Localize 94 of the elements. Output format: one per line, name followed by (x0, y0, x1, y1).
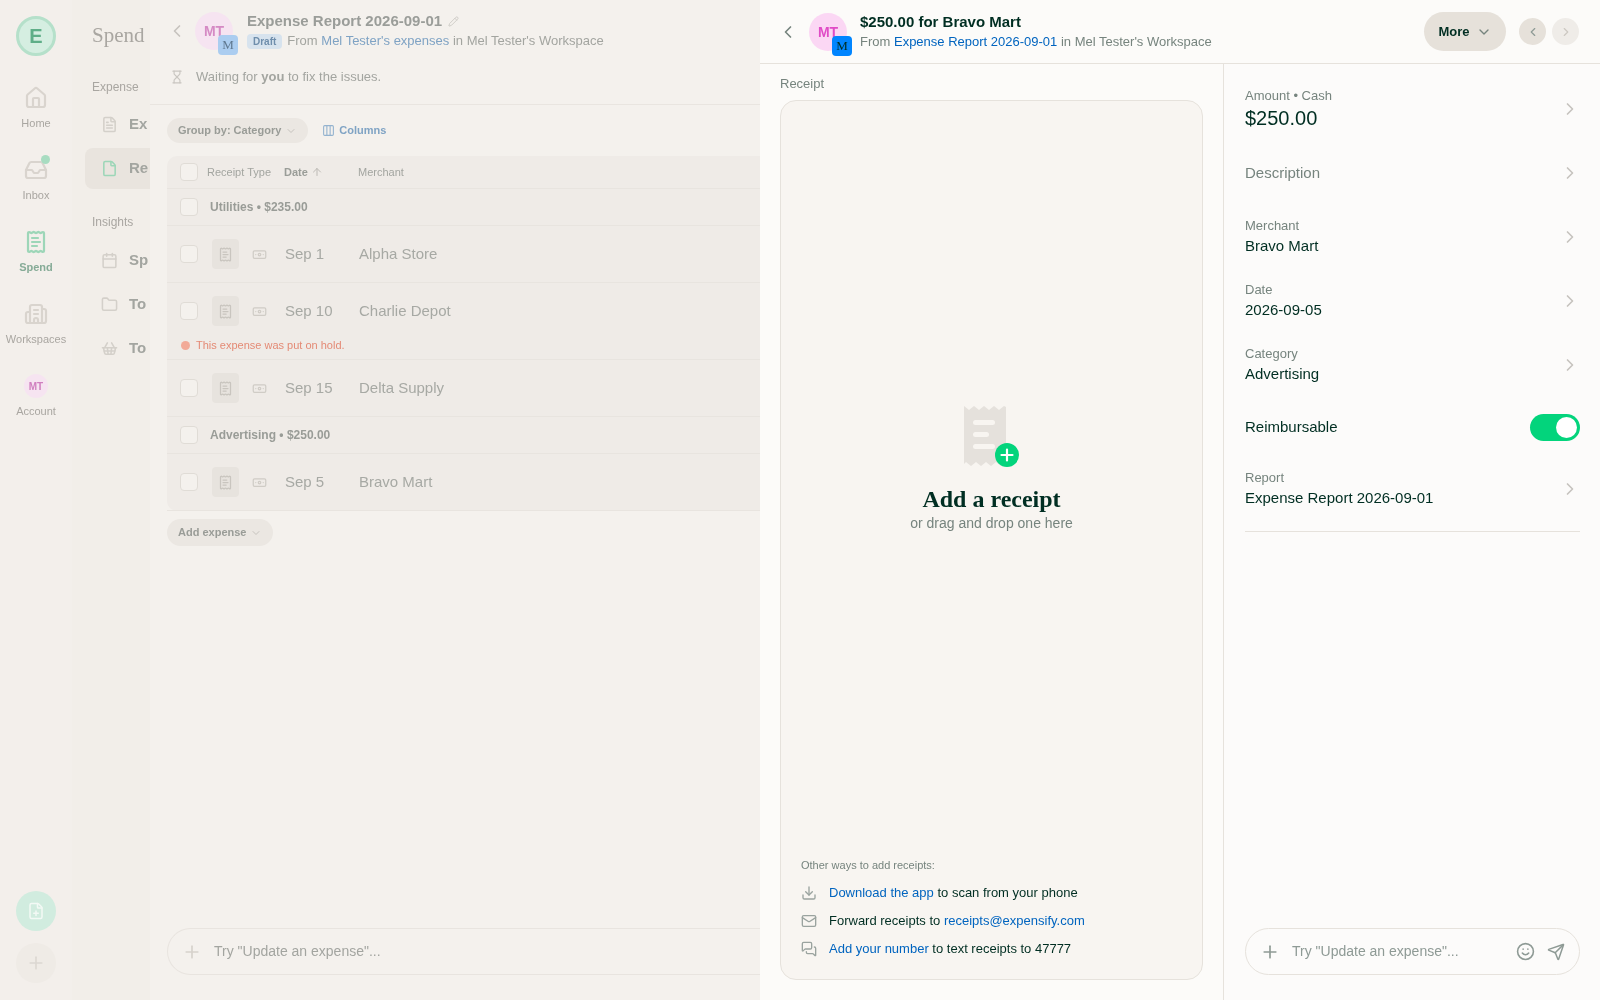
section-heading: Insights (92, 214, 134, 231)
status-badge: Draft (247, 33, 283, 49)
field-value: Expense Report 2026-09-01 (1245, 488, 1434, 508)
merchant-cell-text: Delta Supply (359, 377, 445, 398)
message-input[interactable]: Try "Update an expense"... (214, 941, 760, 962)
report-title: Expense Report 2026-09-01 (247, 10, 443, 31)
send-icon[interactable] (1547, 942, 1565, 961)
receipt-thumbnail-icon[interactable] (212, 373, 239, 403)
date-cell-text: Sep 15 (285, 377, 334, 398)
field-label: Merchant (1245, 217, 1301, 235)
nav-item[interactable]: Spend (0, 216, 72, 288)
document-icon (101, 115, 118, 133)
pencil-icon[interactable] (448, 15, 460, 27)
workspace-avatar: M (218, 35, 238, 55)
receipt-option-link[interactable]: Add your number (829, 941, 929, 957)
house-icon (24, 86, 48, 110)
expense-title: $250.00 for Bravo Mart (860, 11, 1022, 32)
add-receipt-title: Add a receipt (922, 484, 1061, 513)
field-label: Report (1245, 469, 1286, 487)
field-value: Advertising (1245, 364, 1320, 384)
sidebar-title: Spend (92, 22, 145, 50)
basket-icon (101, 339, 118, 357)
field-label: Description (1245, 162, 1321, 183)
reimbursable-switch[interactable] (1530, 413, 1580, 441)
user-avatar: MT (24, 374, 48, 398)
message-input[interactable]: Try "Update an expense"... (1292, 941, 1504, 962)
field-value: Bravo Mart (1245, 236, 1319, 256)
section-heading: Expense (92, 79, 139, 96)
sidebar-item[interactable]: To (85, 327, 150, 369)
column-header[interactable]: Date (284, 163, 308, 181)
logo[interactable]: E (16, 16, 56, 56)
group-title: Advertising • $250.00 (210, 427, 331, 444)
hourglass-icon (170, 70, 184, 84)
field-label: Category (1245, 345, 1299, 363)
date-cell-text: Sep 10 (285, 300, 334, 321)
sidebar-item[interactable]: To (85, 283, 150, 325)
floating-action-button[interactable] (16, 891, 56, 931)
field-value: 2026-09-05 (1245, 300, 1322, 320)
inbox-icon (24, 158, 48, 182)
hold-message: This expense was put on hold. (196, 337, 345, 353)
sidebar-item[interactable]: Sp (85, 239, 150, 281)
column-header[interactable]: Merchant (358, 163, 404, 181)
folder-icon (101, 295, 118, 313)
expense-subtitle: From Expense Report 2026-09-01 in Mel Tester's Workspace (860, 32, 1212, 51)
receipt-option-link[interactable]: receipts@expensify.com (943, 913, 1085, 929)
receipt-option-text: Download the app to scan from your phone (829, 884, 1078, 903)
nav-item[interactable]: Workspaces (0, 288, 72, 360)
chat-bubbles-icon (801, 941, 817, 957)
receipt-drop-zone[interactable]: Add a receipt or drag and drop one here Other ways to add receipts: Download the app to scan from your phone Forward receipts to receipts@expensify.com Add your number to text receipts to 47777 (780, 100, 1203, 980)
receipt-option-text: Forward receipts to receipts@expensify.com (829, 912, 1085, 931)
expenses-link[interactable]: Mel Tester's expenses (321, 33, 450, 49)
sidebar-item[interactable]: Ex (85, 103, 150, 145)
nav-item[interactable]: MT Account (0, 360, 72, 432)
date-cell-text: Sep 5 (285, 471, 326, 492)
add-expense-button[interactable]: Add expense (167, 519, 274, 546)
receipt-plus-icon (963, 405, 1020, 468)
merchant-cell-text: Bravo Mart (359, 471, 433, 492)
drag-drop-hint: or drag and drop one here (910, 513, 1073, 533)
amount-value: $250.00 (1245, 106, 1319, 131)
calendar-icon (101, 251, 118, 269)
more-button[interactable]: More (1424, 12, 1506, 51)
columns-button[interactable]: Columns (322, 118, 387, 143)
field-label: Reimbursable (1245, 416, 1338, 437)
receipt-icon (24, 230, 48, 254)
receipt-option-link[interactable]: Download the app (829, 885, 934, 901)
file-plus-icon (27, 902, 45, 920)
next-step-text: Waiting for you to fix the issues. (196, 68, 382, 87)
report-link[interactable]: Expense Report 2026-09-01 (893, 33, 1058, 49)
sidebar-item[interactable]: Re (85, 147, 150, 189)
merchant-cell-text: Charlie Depot (359, 300, 451, 321)
field-label: Amount • Cash (1245, 87, 1332, 105)
group-title: Utilities • $235.00 (210, 199, 308, 216)
receipt-thumbnail-icon[interactable] (212, 467, 239, 497)
merchant-cell-text: Alpha Store (359, 243, 438, 264)
date-cell-text: Sep 1 (285, 243, 326, 264)
emoji-icon[interactable] (1516, 942, 1535, 961)
file-icon (101, 159, 118, 177)
column-header[interactable]: Receipt Type (207, 163, 271, 181)
download-icon (801, 885, 817, 901)
nav-item[interactable]: Home (0, 72, 72, 144)
group-by-button[interactable]: Group by: Category (167, 118, 309, 143)
previous-button[interactable] (1519, 18, 1546, 45)
nav-item[interactable]: Inbox (0, 144, 72, 216)
building-icon (24, 302, 48, 326)
receipt-option-text: Add your number to text receipts to 47777 (829, 940, 1072, 959)
other-ways-heading: Other ways to add receipts: (801, 858, 936, 873)
receipt-thumbnail-icon[interactable] (212, 296, 239, 326)
columns-icon (322, 124, 336, 137)
receipt-thumbnail-icon[interactable] (212, 239, 239, 269)
mail-icon (801, 913, 817, 929)
field-label: Date (1245, 281, 1274, 299)
report-subtitle: From Mel Tester's expenses in Mel Tester's Workspace (287, 32, 604, 51)
add-button[interactable] (16, 943, 56, 983)
receipt-label: Receipt (780, 75, 825, 94)
